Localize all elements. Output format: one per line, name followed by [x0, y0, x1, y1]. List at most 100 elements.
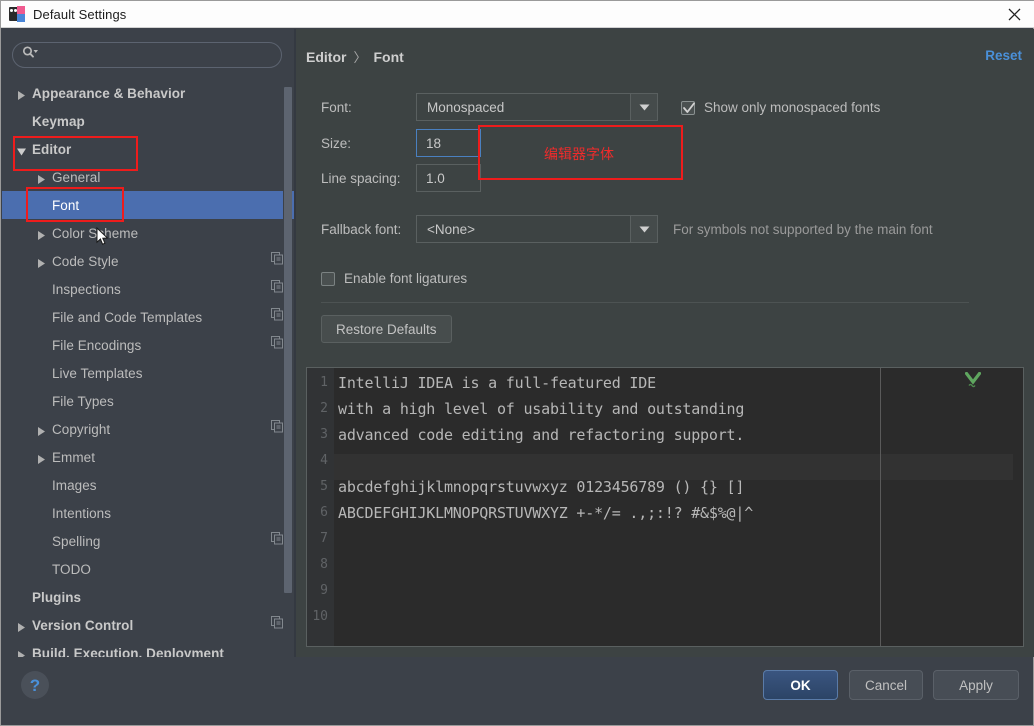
line-number: 7 [307, 526, 328, 552]
restore-defaults-button[interactable]: Restore Defaults [321, 315, 452, 343]
sidebar-item-label: Code Style [52, 254, 119, 269]
close-icon[interactable] [993, 1, 1034, 27]
sidebar-item-inspections[interactable]: Inspections [2, 275, 294, 303]
sidebar-item-copyright[interactable]: Copyright [2, 415, 294, 443]
search-icon [22, 46, 39, 64]
breadcrumb-leaf: Font [373, 49, 403, 65]
chevron-right-icon[interactable] [16, 648, 27, 658]
breadcrumb-separator-icon: 〉 [353, 47, 366, 66]
sidebar-item-images[interactable]: Images [2, 471, 294, 499]
apply-label: Apply [959, 678, 993, 693]
preview-line-text: abcdefghijklmnopqrstuvwxyz 0123456789 ()… [338, 474, 744, 500]
breadcrumb-root: Editor [306, 49, 346, 65]
sidebar-item-editor[interactable]: Editor [2, 135, 294, 163]
sidebar-item-label: Version Control [32, 618, 133, 633]
enable-font-ligatures-checkbox[interactable] [321, 272, 335, 286]
breadcrumb: Editor 〉 Font [306, 47, 404, 66]
font-label: Font: [321, 100, 352, 115]
font-family-value: Monospaced [417, 100, 630, 115]
settings-tree[interactable]: Appearance & BehaviorKeymapEditor General… [2, 79, 294, 657]
preview-line-text: ABCDEFGHIJKLMNOPQRSTUVWXYZ +-*/= .,;:!? … [338, 500, 753, 526]
cancel-button[interactable]: Cancel [849, 670, 923, 700]
line-spacing-input[interactable]: 1.0 [416, 164, 481, 192]
restore-defaults-label: Restore Defaults [336, 322, 437, 337]
title-bar: Default Settings [1, 1, 1034, 28]
sidebar-item-live-templates[interactable]: Live Templates [2, 359, 294, 387]
preview-line-text: advanced code editing and refactoring su… [338, 422, 744, 448]
chevron-down-icon[interactable] [16, 144, 27, 155]
sidebar-item-code-style[interactable]: Code Style [2, 247, 294, 275]
chevron-down-icon[interactable] [630, 216, 657, 242]
help-icon: ? [30, 677, 40, 694]
reset-link[interactable]: Reset [985, 48, 1022, 63]
chevron-right-icon[interactable] [36, 228, 47, 239]
sidebar-item-general[interactable]: General [2, 163, 294, 191]
chevron-right-icon[interactable] [16, 88, 27, 99]
ligatures-checkbox-row[interactable]: Enable font ligatures [321, 271, 467, 286]
font-preview-editor[interactable]: 1IntelliJ IDEA is a full-featured IDE2wi… [306, 367, 1024, 647]
chevron-right-icon[interactable] [16, 620, 27, 631]
sidebar-item-label: File Encodings [52, 338, 141, 353]
sidebar-item-spelling[interactable]: Spelling [2, 527, 294, 555]
chevron-right-icon[interactable] [36, 172, 47, 183]
sidebar-item-font[interactable]: Font [2, 191, 294, 219]
annotation-label-editor-font: 编辑器字体 [544, 144, 614, 164]
sidebar-item-color-scheme[interactable]: Color Scheme [2, 219, 294, 247]
chevron-right-icon[interactable] [36, 424, 47, 435]
size-input[interactable]: 18 [416, 129, 481, 157]
sidebar-item-label: File and Code Templates [52, 310, 202, 325]
font-family-combobox[interactable]: Monospaced [416, 93, 658, 121]
sidebar-item-label: Font [52, 198, 79, 213]
sidebar-item-label: Emmet [52, 450, 95, 465]
line-number: 3 [307, 422, 328, 448]
fallback-font-combobox[interactable]: <None> [416, 215, 658, 243]
sidebar-item-label: Color Scheme [52, 226, 138, 241]
inspection-ok-icon[interactable] [965, 372, 981, 394]
sidebar-item-build-execution-deployment[interactable]: Build, Execution, Deployment [2, 639, 294, 657]
sidebar-item-label: Live Templates [52, 366, 143, 381]
sidebar-item-keymap[interactable]: Keymap [2, 107, 294, 135]
sidebar-item-label: Inspections [52, 282, 121, 297]
sidebar-item-label: Images [52, 478, 97, 493]
sidebar-item-file-encodings[interactable]: File Encodings [2, 331, 294, 359]
chevron-right-icon[interactable] [36, 452, 47, 463]
sidebar-item-plugins[interactable]: Plugins [2, 583, 294, 611]
sidebar-item-appearance-behavior[interactable]: Appearance & Behavior [2, 79, 294, 107]
sidebar-item-file-and-code-templates[interactable]: File and Code Templates [2, 303, 294, 331]
sidebar-item-todo[interactable]: TODO [2, 555, 294, 583]
fallback-font-label: Fallback font: [321, 222, 401, 237]
line-number: 5 [307, 474, 328, 500]
line-number: 4 [307, 448, 328, 474]
sidebar-scrollbar-thumb[interactable] [284, 87, 292, 593]
chevron-right-icon[interactable] [36, 256, 47, 267]
settings-dialog: Default Settings Appearance & BehaviorKe… [0, 0, 1034, 726]
help-button[interactable]: ? [21, 671, 49, 699]
settings-sidebar: Appearance & BehaviorKeymapEditor General… [2, 29, 294, 657]
line-number: 6 [307, 500, 328, 526]
show-monospaced-checkbox[interactable] [681, 101, 695, 115]
intellij-idea-icon [9, 6, 25, 22]
apply-button[interactable]: Apply [933, 670, 1019, 700]
chevron-down-icon[interactable] [630, 94, 657, 120]
fallback-font-value: <None> [417, 222, 630, 237]
sidebar-item-label: Spelling [52, 534, 100, 549]
sidebar-item-intentions[interactable]: Intentions [2, 499, 294, 527]
preview-scrollbar[interactable] [1013, 368, 1023, 646]
line-spacing-label: Line spacing: [321, 171, 401, 186]
fallback-font-hint: For symbols not supported by the main fo… [673, 222, 933, 237]
cancel-label: Cancel [865, 678, 907, 693]
sidebar-item-label: Intentions [52, 506, 111, 521]
sidebar-item-file-types[interactable]: File Types [2, 387, 294, 415]
sidebar-item-label: General [52, 170, 100, 185]
size-label: Size: [321, 136, 351, 151]
sidebar-item-emmet[interactable]: Emmet [2, 443, 294, 471]
line-number: 9 [307, 578, 328, 604]
sidebar-item-version-control[interactable]: Version Control [2, 611, 294, 639]
ok-button[interactable]: OK [763, 670, 838, 700]
sidebar-item-label: Build, Execution, Deployment [32, 646, 224, 658]
show-monospaced-checkbox-row[interactable]: Show only monospaced fonts [681, 100, 880, 115]
settings-main-panel: Editor 〉 Font Reset Font: Monospaced Sho… [296, 29, 1034, 657]
show-monospaced-label: Show only monospaced fonts [704, 100, 880, 115]
search-input[interactable] [43, 48, 271, 63]
search-box[interactable] [12, 42, 282, 68]
